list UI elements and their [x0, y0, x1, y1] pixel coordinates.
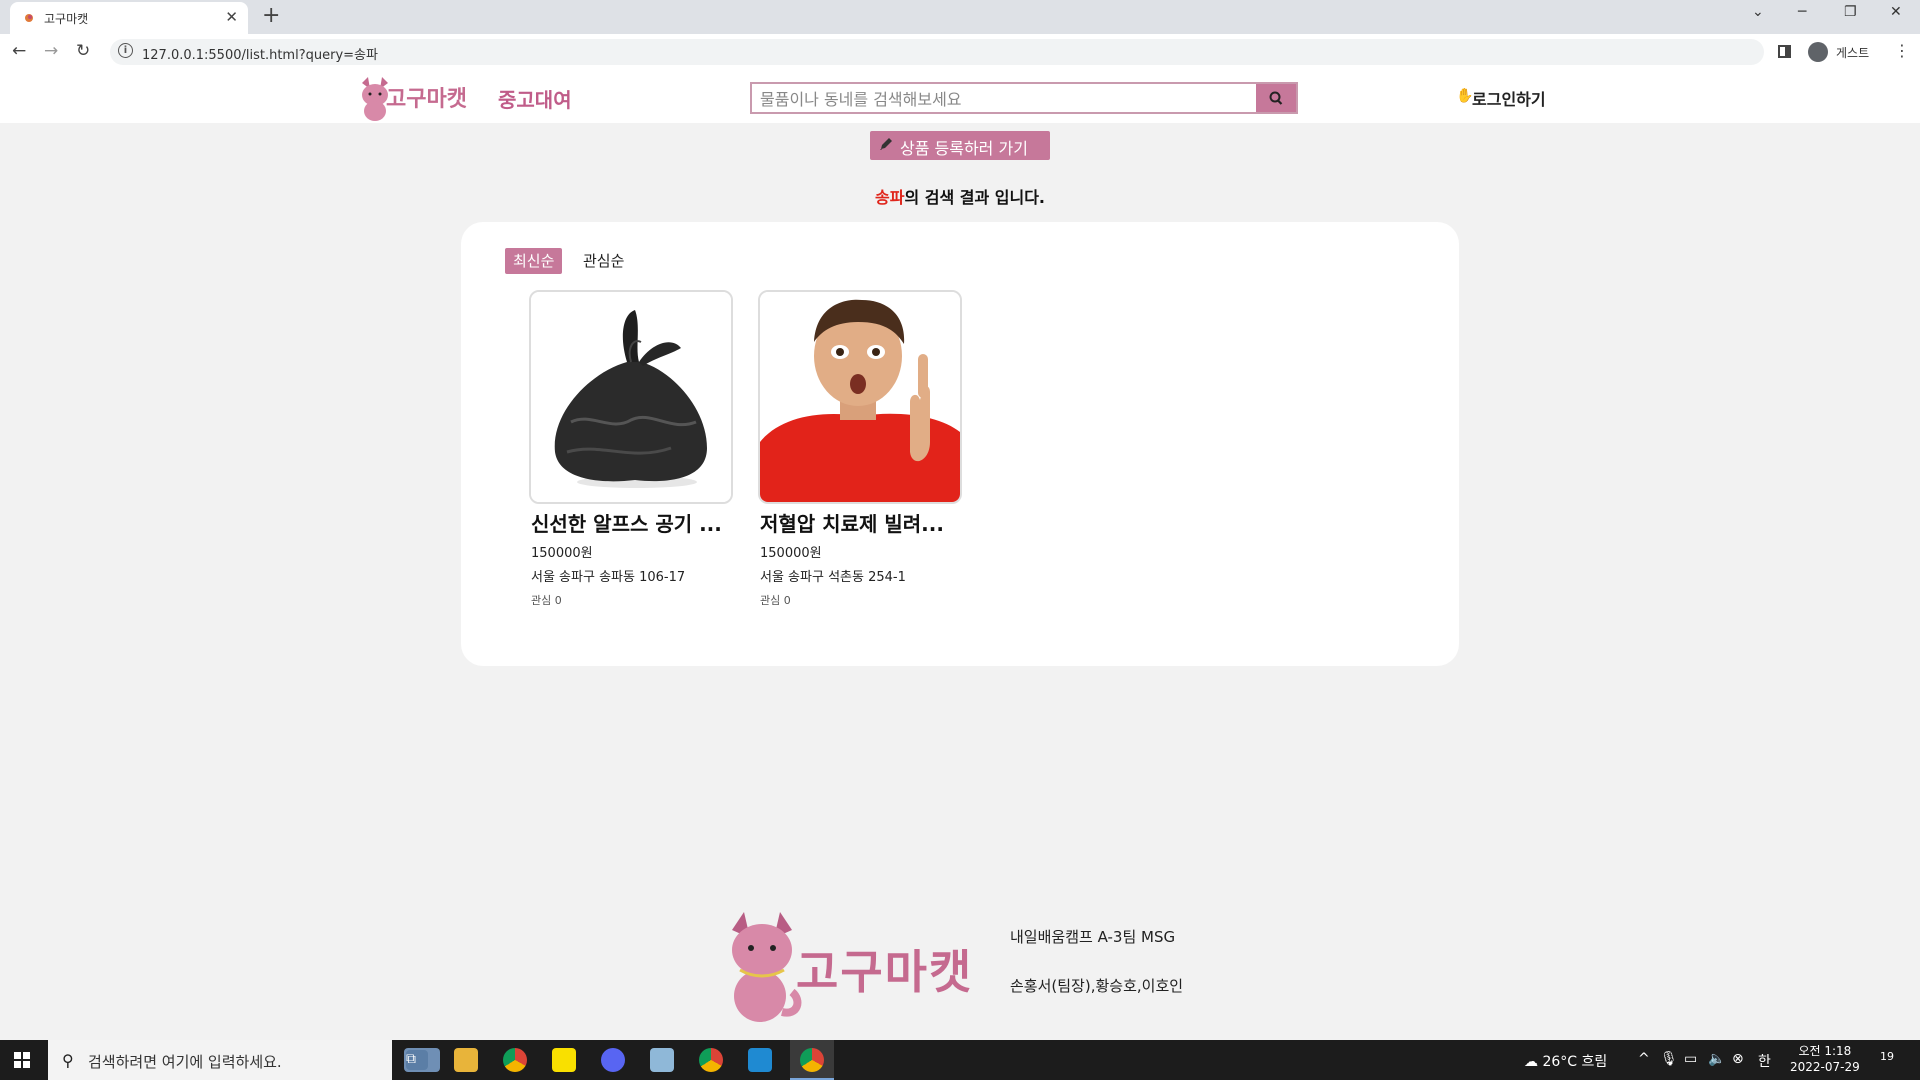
vscode-icon[interactable]	[748, 1048, 772, 1072]
product-price: 150000원	[531, 546, 593, 561]
login-icon: ✋	[1456, 88, 1474, 104]
logo-text: 고구마캣	[386, 87, 467, 112]
chrome-icon[interactable]	[503, 1048, 527, 1072]
clock-time: 오전 1:18	[1798, 1044, 1852, 1058]
sort-tab-latest[interactable]: 최신순	[505, 248, 563, 274]
product-likes: 관심 0	[760, 594, 791, 607]
product-title[interactable]: 저혈압 치료제 빌려...	[760, 508, 970, 537]
active-chrome-task[interactable]	[790, 1040, 834, 1080]
product-address: 서울 송파구 송파동 106-17	[531, 570, 686, 585]
profile-name: 게스트	[1836, 46, 1870, 60]
search-result-heading: 송파의 검색 결과 입니다.	[0, 184, 1920, 208]
search-box	[750, 82, 1298, 114]
surprised-boy-image	[760, 292, 960, 502]
nav-rent-link[interactable]: 중고대여	[498, 84, 572, 113]
product-address: 서울 송파구 석촌동 254-1	[760, 570, 906, 585]
restore-button[interactable]: ❐	[1844, 4, 1857, 20]
browser-tab[interactable]: 고구마캣 ✕	[10, 2, 248, 34]
footer-members: 손홍서(팀장),황승호,이호인	[1010, 977, 1184, 995]
minimize-button[interactable]: ─	[1798, 4, 1806, 20]
ime-icon[interactable]: 한	[1758, 1051, 1771, 1071]
site-header: 고구마캣 중고대여 ✋ 로그인하기	[0, 70, 1920, 123]
logo[interactable]: 고구마캣	[358, 75, 470, 121]
clock[interactable]: 오전 1:18 2022-07-29	[1790, 1043, 1860, 1075]
taskbar-search-text: 검색하려면 여기에 입력하세요.	[88, 1053, 282, 1071]
task-view-icon[interactable]: ⧉	[406, 1051, 416, 1067]
product-panel: 최신순 관심순 신선한 알프스 공기 ... 150000원 서울 송파구 송파…	[461, 222, 1459, 666]
site-info-icon[interactable]: i	[118, 43, 133, 58]
footer-cat-icon	[732, 912, 802, 1022]
omnibox[interactable]: i 127.0.0.1:5500/list.html?query=송파	[110, 39, 1764, 65]
product-image-boy[interactable]	[758, 290, 962, 504]
discord-icon[interactable]	[601, 1048, 625, 1072]
kakaotalk-icon[interactable]	[552, 1048, 576, 1072]
product-title[interactable]: 신선한 알프스 공기 ...	[531, 508, 741, 537]
profile-button[interactable]: 게스트	[1806, 40, 1876, 64]
network-icon[interactable]: ▭	[1684, 1051, 1697, 1067]
footer-team: 내일배움캠프 A-3팀 MSG	[1010, 928, 1176, 946]
notification-count: 19	[1880, 1050, 1894, 1063]
tray-overflow-icon[interactable]: ^	[1638, 1051, 1650, 1067]
search-input[interactable]	[758, 87, 1252, 111]
tab-search-icon[interactable]: ⌄	[1752, 4, 1764, 20]
windows-start-icon[interactable]	[14, 1052, 30, 1068]
forward-icon[interactable]: →	[44, 41, 58, 61]
weather-widget[interactable]: ☁ 26°C 흐림	[1524, 1051, 1607, 1071]
url-text[interactable]: 127.0.0.1:5500/list.html?query=송파	[142, 44, 378, 63]
clock-date: 2022-07-29	[1790, 1060, 1860, 1074]
tab-title: 고구마캣	[44, 12, 89, 26]
status-icon[interactable]: ⊗	[1732, 1051, 1744, 1067]
product-likes: 관심 0	[531, 594, 562, 607]
microphone-icon[interactable]: 🎙	[1660, 1051, 1678, 1067]
close-window-button[interactable]: ✕	[1890, 4, 1902, 20]
chrome-profile-icon[interactable]	[699, 1048, 723, 1072]
footer-logo: 고구마캣	[726, 908, 976, 1026]
new-tab-button[interactable]: +	[262, 3, 280, 28]
taskbar: ⚲ 검색하려면 여기에 입력하세요. ⧉ ☁ 26°C 흐림 ^ 🎙 ▭ 🔈 ⊗…	[0, 1040, 1920, 1080]
tab-close-icon[interactable]: ✕	[225, 8, 238, 26]
browser-tabbar: 고구마캣 ✕ + ⌄ ─ ❐ ✕	[0, 0, 1920, 34]
login-link[interactable]: ✋ 로그인하기	[1456, 86, 1546, 110]
pencil-icon	[880, 138, 892, 150]
garbage-bag-image	[531, 292, 731, 502]
product-image-garbage-bag[interactable]	[529, 290, 733, 504]
menu-icon[interactable]: ⋮	[1894, 41, 1910, 60]
back-icon[interactable]: ←	[12, 41, 26, 61]
reload-icon[interactable]: ↻	[76, 41, 90, 61]
register-label: 상품 등록하러 가기	[900, 139, 1028, 158]
avatar-icon	[1808, 42, 1828, 62]
file-explorer-icon[interactable]	[454, 1048, 478, 1072]
volume-icon[interactable]: 🔈	[1708, 1051, 1725, 1067]
weather-text: 26°C 흐림	[1542, 1054, 1608, 1070]
favicon-icon	[25, 14, 33, 22]
search-icon: ⚲	[62, 1051, 74, 1070]
notification-icon[interactable]: 19	[1880, 1050, 1900, 1068]
address-bar: ← → ↻ i 127.0.0.1:5500/list.html?query=송…	[0, 34, 1920, 71]
taskbar-search[interactable]: ⚲ 검색하려면 여기에 입력하세요.	[48, 1040, 392, 1080]
footer-logo-text: 고구마캣	[796, 945, 974, 999]
search-button[interactable]	[1256, 84, 1296, 112]
notepad-icon[interactable]	[650, 1048, 674, 1072]
chrome-icon	[800, 1048, 824, 1072]
product-price: 150000원	[760, 546, 822, 561]
result-suffix: 의 검색 결과 입니다.	[904, 188, 1045, 207]
result-query: 송파	[874, 188, 905, 207]
side-panel-icon[interactable]	[1778, 45, 1791, 58]
search-icon	[1269, 91, 1283, 105]
sort-tab-interest[interactable]: 관심순	[575, 248, 632, 274]
register-product-button[interactable]: 상품 등록하러 가기	[870, 131, 1050, 160]
